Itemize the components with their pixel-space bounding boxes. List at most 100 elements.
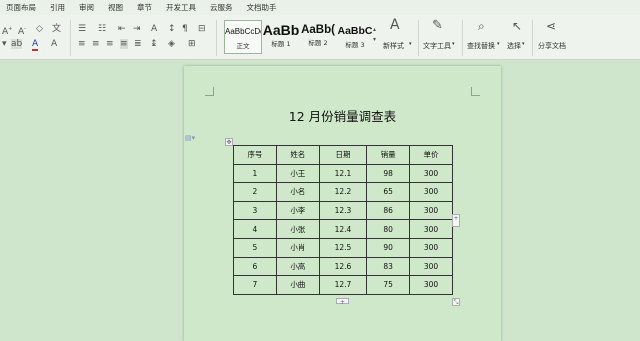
table-cell[interactable]: 90 bbox=[366, 237, 411, 258]
menu-view[interactable]: 视图 bbox=[102, 2, 131, 13]
table-cell[interactable]: 4 bbox=[233, 219, 277, 239]
table-cell[interactable]: 300 bbox=[409, 275, 453, 295]
table-cell[interactable]: 3 bbox=[233, 200, 277, 221]
align-right-icon[interactable]: ≡ bbox=[106, 39, 114, 49]
table-cell[interactable]: 6 bbox=[233, 256, 277, 277]
grow-font-icon[interactable]: A+ bbox=[2, 24, 12, 37]
menu-cloud-service[interactable]: 云服务 bbox=[204, 2, 241, 13]
shading-icon[interactable]: ◈ bbox=[168, 39, 175, 49]
table-cell[interactable]: 小肖 bbox=[275, 237, 320, 258]
table-resize-handle-icon[interactable]: ⤡ bbox=[452, 298, 460, 306]
table-cell[interactable]: 300 bbox=[409, 182, 453, 202]
table-cell[interactable]: 12.5 bbox=[318, 237, 368, 258]
separator bbox=[418, 20, 419, 56]
select-label[interactable]: 选择 bbox=[507, 41, 521, 51]
find-replace-label[interactable]: 查找替换 bbox=[467, 41, 495, 51]
chinese-layout-icon[interactable]: A bbox=[151, 24, 157, 34]
style-heading-3[interactable]: AaBbC 标题 3 bbox=[336, 20, 374, 54]
table-cell[interactable]: 12.7 bbox=[318, 275, 368, 295]
bullet-list-icon[interactable]: ☰ bbox=[78, 24, 86, 34]
table-cell[interactable]: 300 bbox=[409, 219, 453, 239]
new-style-icon[interactable]: A bbox=[390, 18, 400, 32]
separator bbox=[532, 20, 533, 56]
table-cell[interactable]: 83 bbox=[366, 256, 411, 277]
strikethrough-dropdown-icon[interactable]: ▾ bbox=[2, 39, 7, 49]
share-icon[interactable]: ⋖ bbox=[546, 20, 556, 32]
menu-page-layout[interactable]: 页面布局 bbox=[0, 2, 44, 13]
document-page[interactable]: ▤▾ 12 月份销量调查表 ✥ 序号 姓名 日期 销量 单价 1 小王 12.1… bbox=[184, 66, 501, 341]
menu-doc-assistant[interactable]: 文档助手 bbox=[241, 2, 285, 13]
table-cell[interactable]: 7 bbox=[233, 275, 277, 295]
table-header-cell[interactable]: 姓名 bbox=[275, 145, 320, 165]
show-marks-icon[interactable]: ¶ bbox=[182, 24, 188, 34]
table-cell[interactable]: 300 bbox=[409, 200, 453, 221]
find-replace-dropdown-icon[interactable]: ▾ bbox=[497, 41, 500, 47]
add-column-handle-icon[interactable]: + bbox=[452, 214, 460, 227]
table-header-cell[interactable]: 销量 bbox=[366, 145, 411, 165]
table-cell[interactable]: 12.6 bbox=[318, 256, 368, 277]
table-header-cell[interactable]: 日期 bbox=[318, 145, 368, 165]
table-cell[interactable]: 300 bbox=[409, 256, 453, 277]
distributed-icon[interactable]: ≣ bbox=[134, 39, 142, 49]
numbered-list-icon[interactable]: ☷ bbox=[98, 24, 106, 34]
menu-review[interactable]: 审阅 bbox=[73, 2, 102, 13]
share-doc-label[interactable]: 分享文档 bbox=[538, 41, 566, 51]
table-header-cell[interactable]: 单价 bbox=[409, 145, 453, 165]
table-cell[interactable]: 小张 bbox=[275, 219, 320, 239]
table-cell[interactable]: 300 bbox=[409, 163, 453, 184]
table-cell[interactable]: 12.2 bbox=[318, 182, 368, 202]
table-cell[interactable]: 小高 bbox=[275, 256, 320, 277]
table-cell[interactable]: 65 bbox=[366, 182, 411, 202]
table-cell[interactable]: 1 bbox=[233, 163, 277, 184]
table-cell[interactable]: 75 bbox=[366, 275, 411, 295]
search-icon[interactable]: ⌕ bbox=[478, 20, 485, 32]
style-heading-2[interactable]: AaBb( 标题 2 bbox=[299, 20, 337, 54]
justify-icon[interactable]: ≡ bbox=[120, 39, 128, 49]
table-cell[interactable]: 12.1 bbox=[318, 163, 368, 184]
table-cell[interactable]: 小王 bbox=[275, 163, 320, 184]
sort-icon[interactable]: ↕ bbox=[168, 24, 176, 34]
line-spacing-icon[interactable]: ↨ bbox=[150, 39, 158, 49]
table-cell[interactable]: 小曲 bbox=[275, 275, 320, 295]
increase-indent-icon[interactable]: ⇥ bbox=[133, 24, 141, 34]
font-color-icon[interactable]: A bbox=[32, 39, 39, 51]
style-heading-1[interactable]: AaBb 标题 1 bbox=[262, 20, 300, 54]
style-gallery-scroll-icon[interactable]: ▴ ▾ bbox=[373, 25, 376, 45]
add-row-handle-icon[interactable]: + bbox=[336, 298, 349, 306]
select-dropdown-icon[interactable]: ▾ bbox=[522, 41, 525, 47]
table-cell[interactable]: 2 bbox=[233, 182, 277, 202]
cursor-select-icon[interactable]: ↖ bbox=[512, 20, 522, 32]
clear-format-icon[interactable]: ◇ bbox=[36, 24, 43, 34]
menu-references[interactable]: 引用 bbox=[44, 2, 73, 13]
table-cell[interactable]: 12.4 bbox=[318, 219, 368, 239]
align-center-icon[interactable]: ≡ bbox=[92, 39, 100, 49]
char-border-icon[interactable]: A bbox=[51, 39, 57, 49]
style-normal[interactable]: AaBbCcDd 正文 bbox=[224, 20, 262, 54]
menu-developer-tools[interactable]: 开发工具 bbox=[160, 2, 204, 13]
pinyin-icon[interactable]: 文 bbox=[52, 24, 61, 34]
table-cell[interactable]: 80 bbox=[366, 219, 411, 239]
borders-icon[interactable]: ⊞ bbox=[188, 39, 196, 49]
shrink-font-icon[interactable]: A- bbox=[18, 24, 26, 37]
table-cell[interactable]: 98 bbox=[366, 163, 411, 184]
paste-options-icon[interactable]: ▤▾ bbox=[185, 133, 195, 143]
text-tools-label[interactable]: 文字工具 bbox=[423, 41, 451, 51]
sales-table[interactable]: 序号 姓名 日期 销量 单价 1 小王 12.1 98 300 2 小名 12.… bbox=[233, 145, 453, 295]
text-tools-dropdown-icon[interactable]: ▾ bbox=[452, 41, 455, 47]
wrench-icon[interactable]: ✎ bbox=[432, 19, 443, 32]
table-cell[interactable]: 小名 bbox=[275, 182, 320, 202]
new-style-dropdown-icon[interactable]: ▾ bbox=[409, 41, 412, 47]
align-left-icon[interactable]: ≡ bbox=[78, 39, 86, 49]
table-cell[interactable]: 12.3 bbox=[318, 200, 368, 221]
table-header-cell[interactable]: 序号 bbox=[233, 145, 277, 165]
new-style-label[interactable]: 新样式 bbox=[383, 41, 404, 51]
decrease-indent-icon[interactable]: ⇤ bbox=[118, 24, 126, 34]
highlight-ab-icon[interactable]: ab bbox=[11, 39, 23, 49]
table-cell[interactable]: 300 bbox=[409, 237, 453, 258]
paragraph-settings-icon[interactable]: ⊟ bbox=[198, 24, 206, 34]
table-cell[interactable]: 86 bbox=[366, 200, 411, 221]
menu-section[interactable]: 章节 bbox=[131, 2, 160, 13]
table-cell[interactable]: 小李 bbox=[275, 200, 320, 221]
table-cell[interactable]: 5 bbox=[233, 237, 277, 258]
table-move-handle-icon[interactable]: ✥ bbox=[225, 138, 233, 146]
